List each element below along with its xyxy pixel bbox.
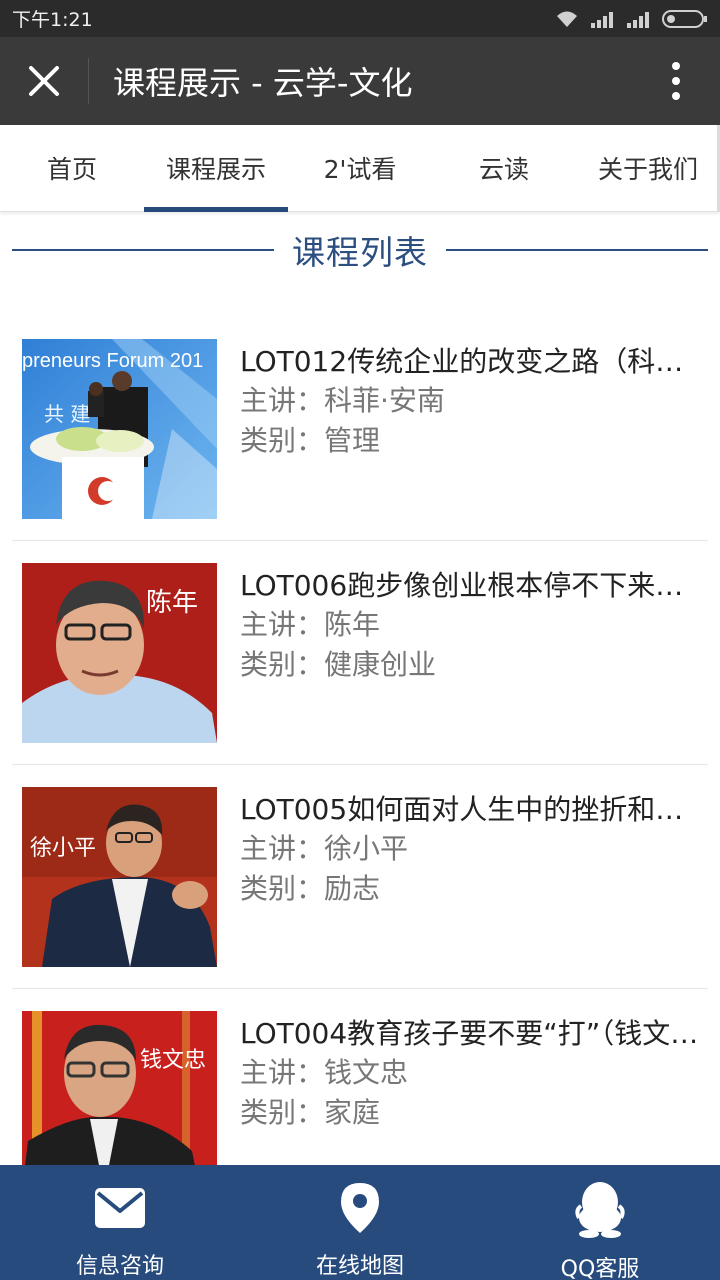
status-time: 下午1:21	[12, 9, 93, 31]
course-category: 类别：家庭	[240, 1093, 708, 1133]
course-category: 类别：管理	[240, 421, 708, 461]
tab-trial[interactable]: 2'试看	[288, 125, 432, 211]
course-list: preneurs Forum 201 共 建 系统 LOT012传统企业的改变之…	[12, 317, 708, 1213]
category-label: 类别：	[240, 424, 325, 457]
category-label: 类别：	[240, 648, 325, 681]
nav-label: QQ客服	[560, 1257, 640, 1280]
course-thumbnail: 徐小平	[22, 787, 217, 967]
course-speaker: 主讲：徐小平	[240, 829, 708, 869]
course-thumbnail: 陈年	[22, 563, 217, 743]
course-thumbnail: preneurs Forum 201 共 建 系统	[22, 339, 217, 519]
bottom-nav: 信息咨询 在线地图 QQ客服	[0, 1165, 720, 1280]
qq-penguin-icon	[575, 1181, 625, 1238]
course-title: LOT006跑步像创业根本停不下来（陈年）	[240, 569, 708, 602]
wifi-icon	[554, 9, 580, 29]
mail-icon	[94, 1181, 146, 1234]
course-info: LOT004教育孩子要不要“打”（钱文忠） 主讲：钱文忠 类别：家庭	[240, 1011, 708, 1133]
tab-home[interactable]: 首页	[0, 125, 144, 211]
tab-cloud-read[interactable]: 云读	[432, 125, 576, 211]
map-pin-icon	[340, 1181, 380, 1234]
course-speaker: 主讲：陈年	[240, 605, 708, 645]
page-title: 课程展示 - 云学-文化	[113, 64, 413, 102]
thumb-name-text: 陈年	[146, 588, 198, 618]
category-label: 类别：	[240, 872, 325, 905]
thumb-banner-text: preneurs Forum 201	[22, 350, 203, 372]
nav-label: 信息咨询	[75, 1254, 164, 1279]
more-vertical-icon	[672, 62, 680, 100]
thumb-name-text: 钱文忠	[140, 1048, 206, 1073]
course-item[interactable]: 陈年 LOT006跑步像创业根本停不下来（陈年） 主讲：陈年 类别：健康创业	[12, 541, 708, 765]
speaker-label: 主讲：	[240, 384, 325, 417]
course-thumbnail: 钱文忠	[22, 1011, 217, 1191]
speaker-name: 徐小平	[324, 832, 409, 865]
course-title: LOT004教育孩子要不要“打”（钱文忠）	[240, 1017, 708, 1050]
course-title: LOT012传统企业的改变之路（科菲·安南）	[240, 345, 708, 378]
thumb-name-text: 徐小平	[30, 836, 96, 861]
title-divider	[88, 58, 89, 104]
course-item[interactable]: preneurs Forum 201 共 建 系统 LOT012传统企业的改变之…	[12, 317, 708, 541]
title-bar: 课程展示 - 云学-文化	[0, 37, 720, 125]
category-name: 健康创业	[324, 648, 437, 681]
status-bar: 下午1:21	[0, 0, 720, 37]
signal-icon	[590, 10, 616, 28]
status-icons	[554, 9, 708, 29]
course-speaker: 主讲：钱文忠	[240, 1053, 708, 1093]
speaker-name: 陈年	[324, 608, 381, 641]
course-title: LOT005如何面对人生中的挫折和困难（徐小平）	[240, 793, 708, 826]
course-category: 类别：励志	[240, 869, 708, 909]
section-line-right	[446, 249, 708, 251]
speaker-label: 主讲：	[240, 832, 325, 865]
category-label: 类别：	[240, 1096, 325, 1129]
category-name: 家庭	[324, 1096, 381, 1129]
section-line-left	[12, 249, 274, 251]
speaker-label: 主讲：	[240, 608, 325, 641]
speaker-name: 钱文忠	[324, 1056, 409, 1089]
course-category: 类别：健康创业	[240, 645, 708, 685]
category-name: 管理	[324, 424, 381, 457]
signal-icon-2	[626, 10, 652, 28]
tab-course-display[interactable]: 课程展示	[144, 125, 288, 212]
course-info: LOT005如何面对人生中的挫折和困难（徐小平） 主讲：徐小平 类别：励志	[240, 787, 708, 909]
tab-about-us[interactable]: 关于我们	[576, 125, 720, 211]
course-speaker: 主讲：科菲·安南	[240, 381, 708, 421]
battery-icon	[662, 9, 708, 29]
course-info: LOT006跑步像创业根本停不下来（陈年） 主讲：陈年 类别：健康创业	[240, 563, 708, 685]
course-info: LOT012传统企业的改变之路（科菲·安南） 主讲：科菲·安南 类别：管理	[240, 339, 708, 461]
close-icon	[29, 66, 59, 96]
nav-info-consult[interactable]: 信息咨询	[0, 1165, 240, 1280]
more-options-button[interactable]	[632, 37, 720, 125]
course-item[interactable]: 徐小平 LOT005如何面对人生中的挫折和困难（徐小平） 主讲：徐小平 类别：励…	[12, 765, 708, 989]
nav-label: 在线地图	[315, 1254, 404, 1279]
speaker-name: 科菲·安南	[324, 384, 445, 417]
tab-bar: 首页 课程展示 2'试看 云读 关于我们	[0, 125, 720, 212]
nav-online-map[interactable]: 在线地图	[240, 1165, 480, 1280]
close-button[interactable]	[0, 37, 88, 125]
section-title: 课程列表	[292, 233, 428, 272]
nav-qq-service[interactable]: QQ客服	[480, 1165, 720, 1280]
category-name: 励志	[324, 872, 381, 905]
section-heading: 课程列表	[12, 222, 708, 278]
speaker-label: 主讲：	[240, 1056, 325, 1089]
